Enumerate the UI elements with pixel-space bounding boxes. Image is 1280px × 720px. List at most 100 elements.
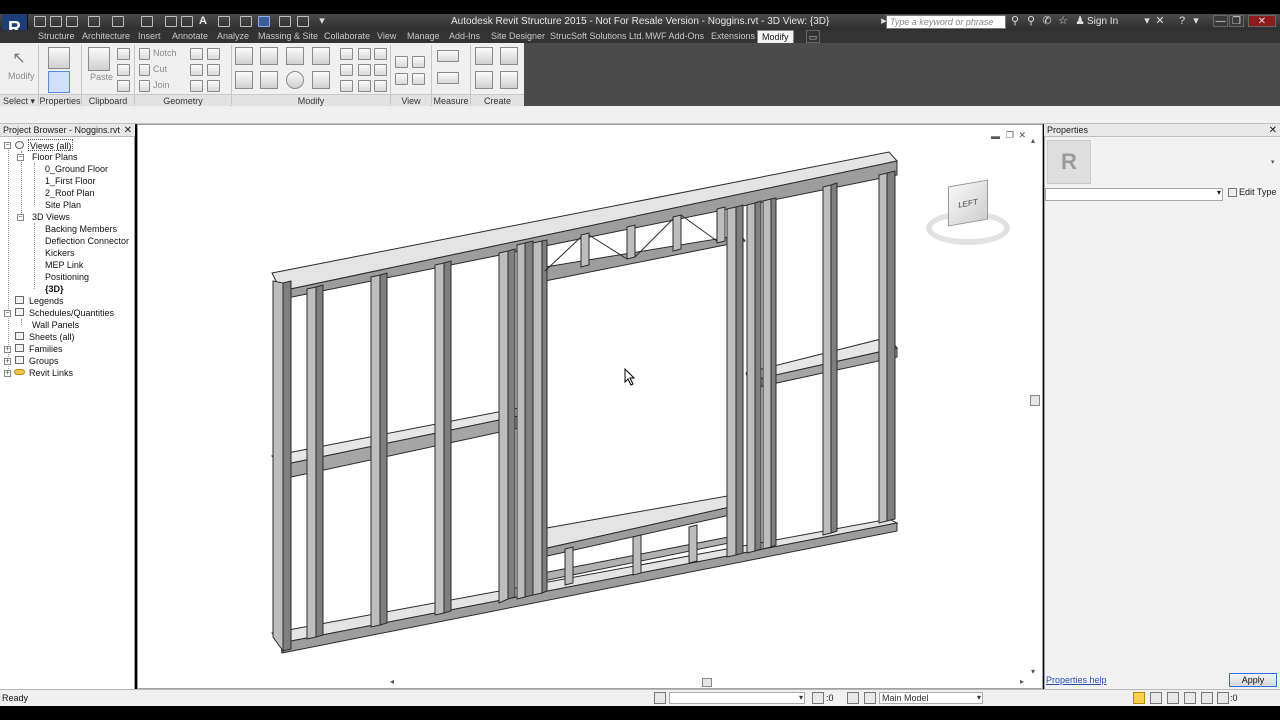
tab-collaborate[interactable]: Collaborate — [324, 30, 370, 43]
tree-item-families[interactable]: Families — [29, 343, 63, 355]
design-options-icon[interactable] — [847, 692, 859, 704]
properties-palette-icon[interactable] — [48, 71, 70, 93]
select-underlay-icon[interactable] — [1150, 692, 1162, 704]
filter-icon[interactable] — [1217, 692, 1229, 704]
sync-icon[interactable] — [66, 16, 78, 27]
array-icon[interactable] — [340, 64, 353, 76]
tree-collapse-toggle[interactable]: − — [4, 142, 11, 149]
tab-annotate[interactable]: Annotate — [172, 30, 208, 43]
vertical-scroll-thumb[interactable] — [1030, 395, 1040, 406]
default-3d-view-icon[interactable] — [218, 16, 230, 27]
join-geometry-icon[interactable] — [139, 80, 150, 92]
tree-item-views-all[interactable]: Views (all) — [28, 139, 74, 151]
create-group-icon[interactable] — [475, 71, 493, 89]
create-assembly-icon[interactable] — [475, 47, 493, 65]
tree-collapse-toggle[interactable]: − — [17, 154, 24, 161]
tree-item-floor-plans[interactable]: Floor Plans — [32, 151, 78, 163]
scroll-up-icon[interactable]: ▴ — [1031, 136, 1035, 145]
viewcube-face-left[interactable]: LEFT — [948, 179, 988, 227]
thin-lines-icon[interactable] — [258, 16, 270, 27]
section-icon[interactable] — [240, 16, 252, 27]
close-hidden-windows-icon[interactable] — [279, 16, 291, 27]
exchange-apps-icon[interactable]: ✕ — [1154, 15, 1166, 28]
create-similar-icon[interactable] — [500, 71, 518, 89]
copy-element-icon[interactable] — [260, 71, 278, 89]
sign-in-link[interactable]: Sign In — [1087, 16, 1118, 27]
customize-toolbar-icon[interactable]: ▾ — [316, 15, 328, 28]
subscription-center-icon[interactable]: ⚲ — [1025, 15, 1037, 28]
close-view-icon[interactable]: ✕ — [1018, 130, 1026, 141]
tab-insert[interactable]: Insert — [138, 30, 161, 43]
restore-window-icon[interactable]: ❐ — [1229, 15, 1244, 27]
select-links-icon[interactable] — [1133, 692, 1145, 704]
restore-view-icon[interactable]: ❐ — [1006, 130, 1014, 141]
mirror-axis-icon[interactable] — [286, 47, 304, 65]
hide-element-icon[interactable] — [395, 73, 408, 85]
tree-item-groups[interactable]: Groups — [29, 355, 59, 367]
type-properties-icon[interactable] — [48, 47, 70, 69]
tree-item-sheets[interactable]: Sheets (all) — [29, 331, 75, 343]
scroll-down-icon[interactable]: ▾ — [1031, 667, 1035, 676]
geometry-tool-icon[interactable] — [207, 48, 220, 60]
geometry-tool-icon[interactable] — [190, 80, 203, 92]
create-parts-icon[interactable] — [500, 47, 518, 65]
pin-icon[interactable] — [374, 48, 387, 60]
trim-single-icon[interactable] — [340, 80, 353, 92]
redo-icon[interactable] — [112, 16, 124, 27]
tree-collapse-toggle[interactable]: − — [17, 214, 24, 221]
instance-filter-select[interactable]: ▾ — [1045, 188, 1223, 201]
measure-icon[interactable] — [141, 16, 153, 27]
tab-architecture[interactable]: Architecture — [82, 30, 130, 43]
delete-icon[interactable] — [374, 80, 387, 92]
tag-icon[interactable] — [181, 16, 193, 27]
close-icon[interactable]: ✕ — [124, 124, 132, 137]
active-workset-select[interactable]: ▾ — [669, 692, 805, 704]
tab-site-designer[interactable]: Site Designer — [491, 30, 545, 43]
tree-item-3d-active[interactable]: {3D} — [45, 283, 64, 295]
tree-item-revit-links[interactable]: Revit Links — [29, 367, 73, 379]
scale-icon[interactable] — [358, 64, 371, 76]
scroll-right-icon[interactable]: ▸ — [1020, 677, 1024, 686]
horizontal-scrollbar[interactable]: ◂ ▸ — [388, 677, 1028, 688]
search-input[interactable]: Type a keyword or phrase — [886, 15, 1006, 29]
geometry-tool-icon[interactable] — [190, 64, 203, 76]
minimize-window-icon[interactable]: — — [1213, 15, 1228, 27]
split-gap-icon[interactable] — [358, 48, 371, 60]
tree-item-positioning[interactable]: Positioning — [45, 271, 89, 283]
exclude-options-icon[interactable] — [864, 692, 876, 704]
close-window-icon[interactable]: ✕ — [1248, 15, 1276, 27]
tree-item-roof-plan[interactable]: 2_Roof Plan — [45, 187, 95, 199]
cut-geometry-icon[interactable] — [139, 64, 150, 76]
tree-expand-toggle[interactable]: + — [4, 358, 11, 365]
tab-massing-site[interactable]: Massing & Site — [258, 30, 318, 43]
tree-expand-toggle[interactable]: + — [4, 346, 11, 353]
tab-structure[interactable]: Structure — [38, 30, 75, 43]
vertical-scrollbar[interactable]: ▴ ▾ — [1030, 136, 1041, 676]
trim-multiple-icon[interactable] — [358, 80, 371, 92]
tree-item-ground-floor[interactable]: 0_Ground Floor — [45, 163, 108, 175]
rotate-icon[interactable] — [286, 71, 304, 89]
horizontal-scroll-thumb[interactable] — [702, 678, 712, 687]
tree-item-backing-members[interactable]: Backing Members — [45, 223, 117, 235]
tree-item-wall-panels[interactable]: Wall Panels — [32, 319, 79, 331]
tree-item-mep-link[interactable]: MEP Link — [45, 259, 83, 271]
minimize-view-icon[interactable]: ▬ — [991, 131, 1000, 141]
tab-modify[interactable]: Modify — [757, 30, 794, 43]
match-type-icon[interactable] — [117, 80, 130, 92]
viewcube[interactable]: LEFT — [924, 179, 1014, 249]
paste-icon[interactable] — [88, 47, 110, 71]
save-icon[interactable] — [50, 16, 62, 27]
tab-manage[interactable]: Manage — [407, 30, 440, 43]
tree-item-first-floor[interactable]: 1_First Floor — [45, 175, 96, 187]
tree-item-site-plan[interactable]: Site Plan — [45, 199, 81, 211]
notch-icon[interactable] — [139, 48, 150, 60]
geometry-tool-icon[interactable] — [207, 80, 220, 92]
offset-icon[interactable] — [260, 47, 278, 65]
worksets-icon[interactable] — [654, 692, 666, 704]
search-binoculars-icon[interactable]: ⚲ — [1009, 15, 1021, 28]
override-graphics-icon[interactable] — [395, 56, 408, 68]
tab-analyze[interactable]: Analyze — [217, 30, 249, 43]
trim-extend-icon[interactable] — [312, 71, 330, 89]
aligned-dimension-icon[interactable] — [437, 72, 459, 84]
properties-help-link[interactable]: Properties help — [1046, 675, 1107, 685]
